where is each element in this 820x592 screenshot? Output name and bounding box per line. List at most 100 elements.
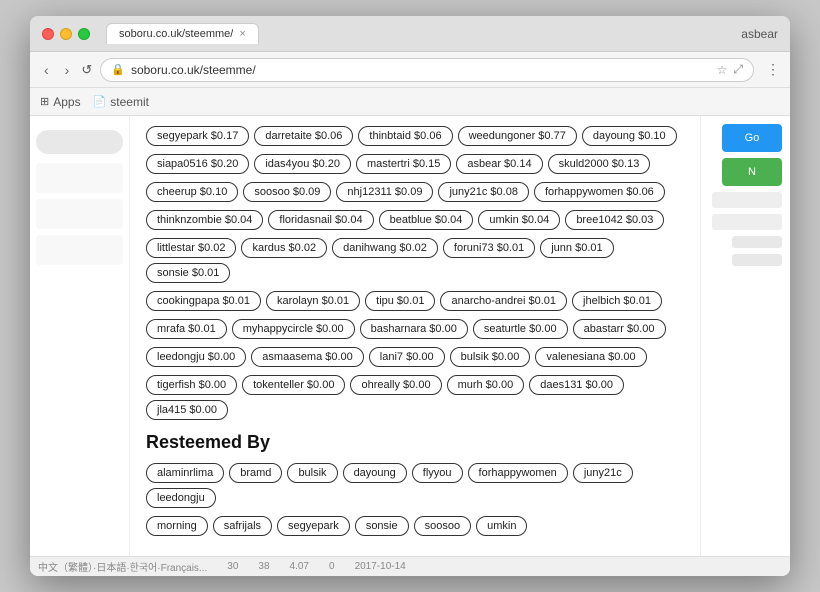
resteemer-tag[interactable]: juny21c bbox=[573, 463, 633, 483]
browser-tab[interactable]: soboru.co.uk/steemme/ × bbox=[106, 23, 259, 44]
voter-tag[interactable]: ohreally $0.00 bbox=[350, 375, 441, 395]
resteemer-tag[interactable]: alaminrlima bbox=[146, 463, 224, 483]
voter-tag[interactable]: segyepark $0.17 bbox=[146, 126, 249, 146]
voter-tag[interactable]: darretaite $0.06 bbox=[254, 126, 353, 146]
voter-tag[interactable]: valenesiana $0.00 bbox=[535, 347, 646, 367]
voter-tag[interactable]: jhelbich $0.01 bbox=[572, 291, 662, 311]
resteemer-tag[interactable]: soosoo bbox=[414, 516, 471, 536]
voter-tag[interactable]: asmaasema $0.00 bbox=[251, 347, 364, 367]
minimize-button[interactable] bbox=[60, 28, 72, 40]
expand-icon[interactable]: ⤢ bbox=[733, 62, 743, 77]
resteemer-tag[interactable]: bramd bbox=[229, 463, 282, 483]
bottom-text-5: 0 bbox=[329, 561, 335, 572]
voters-row-6: cookingpapa $0.01 karolayn $0.01 tipu $0… bbox=[146, 291, 684, 311]
go-button[interactable]: Go bbox=[722, 124, 782, 152]
voter-tag[interactable]: tokenteller $0.00 bbox=[242, 375, 345, 395]
voter-tag[interactable]: daes131 $0.00 bbox=[529, 375, 624, 395]
address-bar: 🔒 ☆ ⤢ bbox=[100, 58, 754, 82]
resteemer-tag[interactable]: safrijals bbox=[213, 516, 272, 536]
right-item-3 bbox=[732, 236, 782, 248]
refresh-button[interactable]: ↺ bbox=[81, 62, 92, 78]
voter-tag[interactable]: skuld2000 $0.13 bbox=[548, 154, 651, 174]
right-item-1 bbox=[712, 192, 782, 208]
voter-tag[interactable]: jla415 $0.00 bbox=[146, 400, 228, 420]
address-input[interactable] bbox=[131, 63, 711, 77]
voter-tag[interactable]: dayoung $0.10 bbox=[582, 126, 677, 146]
bookmark-apps[interactable]: ⊞ Apps bbox=[40, 95, 81, 109]
voter-tag[interactable]: umkin $0.04 bbox=[478, 210, 560, 230]
vote-button[interactable]: N bbox=[722, 158, 782, 186]
bottom-text-1: 中文（繁體）·日本語·한국어·Français... bbox=[38, 559, 207, 574]
close-button[interactable] bbox=[42, 28, 54, 40]
voters-row-3: cheerup $0.10 soosoo $0.09 nhj12311 $0.0… bbox=[146, 182, 684, 202]
toolbar: ‹ › ↺ 🔒 ☆ ⤢ ⋮ bbox=[30, 52, 790, 88]
vote-label: N bbox=[748, 166, 756, 178]
resteemer-tag[interactable]: segyepark bbox=[277, 516, 350, 536]
star-icon[interactable]: ☆ bbox=[717, 63, 728, 77]
voter-tag[interactable]: soosoo $0.09 bbox=[243, 182, 331, 202]
resteemer-tag[interactable]: dayoung bbox=[343, 463, 407, 483]
resteemer-tag[interactable]: flyyou bbox=[412, 463, 463, 483]
resteemer-tag[interactable]: sonsie bbox=[355, 516, 409, 536]
voter-tag[interactable]: thinknzombie $0.04 bbox=[146, 210, 263, 230]
voter-tag[interactable]: idas4you $0.20 bbox=[254, 154, 351, 174]
voter-tag[interactable]: siapa0516 $0.20 bbox=[146, 154, 249, 174]
voter-tag[interactable]: seaturtle $0.00 bbox=[473, 319, 568, 339]
bookmark-steemit[interactable]: 📄 steemit bbox=[93, 95, 149, 109]
resteemer-tag[interactable]: bulsik bbox=[287, 463, 337, 483]
voter-tag[interactable]: weedungoner $0.77 bbox=[458, 126, 577, 146]
voter-tag[interactable]: anarcho-andrei $0.01 bbox=[440, 291, 567, 311]
article: segyepark $0.17 darretaite $0.06 thinbta… bbox=[130, 116, 700, 554]
voter-tag[interactable]: forhappywomen $0.06 bbox=[534, 182, 665, 202]
voter-tag[interactable]: tigerfish $0.00 bbox=[146, 375, 237, 395]
resteemer-tag[interactable]: morning bbox=[146, 516, 208, 536]
voter-tag[interactable]: mastertri $0.15 bbox=[356, 154, 451, 174]
voter-tag[interactable]: leedongju $0.00 bbox=[146, 347, 246, 367]
tab-area: soboru.co.uk/steemme/ × bbox=[106, 23, 733, 44]
resteemer-tag[interactable]: leedongju bbox=[146, 488, 216, 508]
voter-tag[interactable]: tipu $0.01 bbox=[365, 291, 435, 311]
back-button[interactable]: ‹ bbox=[40, 60, 53, 80]
voter-tag[interactable]: foruni73 $0.01 bbox=[443, 238, 535, 258]
sidebar-search[interactable] bbox=[36, 130, 123, 154]
voter-tag[interactable]: myhappycircle $0.00 bbox=[232, 319, 355, 339]
forward-button[interactable]: › bbox=[61, 60, 74, 80]
voter-tag[interactable]: kardus $0.02 bbox=[241, 238, 327, 258]
voter-tag[interactable]: murh $0.00 bbox=[447, 375, 525, 395]
tab-title: soboru.co.uk/steemme/ bbox=[119, 28, 233, 40]
voter-tag[interactable]: asbear $0.14 bbox=[456, 154, 542, 174]
bookmarks-bar: ⊞ Apps 📄 steemit bbox=[30, 88, 790, 116]
page-icon: 📄 bbox=[93, 95, 107, 108]
window-user: asbear bbox=[741, 27, 778, 41]
voter-tag[interactable]: littlestar $0.02 bbox=[146, 238, 236, 258]
voter-tag[interactable]: bree1042 $0.03 bbox=[565, 210, 664, 230]
right-item-2 bbox=[712, 214, 782, 230]
voter-tag[interactable]: junn $0.01 bbox=[540, 238, 613, 258]
voter-tag[interactable]: bulsik $0.00 bbox=[450, 347, 531, 367]
menu-icon[interactable]: ⋮ bbox=[766, 61, 780, 78]
voter-tag[interactable]: abastarr $0.00 bbox=[573, 319, 666, 339]
voter-tag[interactable]: thinbtaid $0.06 bbox=[358, 126, 452, 146]
voter-tag[interactable]: juny21c $0.08 bbox=[438, 182, 529, 202]
bottom-text-date: 2017-10-14 bbox=[355, 561, 406, 572]
voter-tag[interactable]: karolayn $0.01 bbox=[266, 291, 360, 311]
voter-tag[interactable]: cheerup $0.10 bbox=[146, 182, 238, 202]
voter-tag[interactable]: floridasnail $0.04 bbox=[268, 210, 373, 230]
voters-row-2: siapa0516 $0.20 idas4you $0.20 mastertri… bbox=[146, 154, 684, 174]
voter-tag[interactable]: mrafa $0.01 bbox=[146, 319, 227, 339]
title-bar: soboru.co.uk/steemme/ × asbear bbox=[30, 16, 790, 52]
maximize-button[interactable] bbox=[78, 28, 90, 40]
resteemer-tag[interactable]: umkin bbox=[476, 516, 527, 536]
resteemer-tag[interactable]: forhappywomen bbox=[468, 463, 568, 483]
main-content: segyepark $0.17 darretaite $0.06 thinbta… bbox=[130, 116, 700, 556]
browser-window: soboru.co.uk/steemme/ × asbear ‹ › ↺ 🔒 ☆… bbox=[30, 16, 790, 576]
voter-tag[interactable]: lani7 $0.00 bbox=[369, 347, 445, 367]
right-item-4 bbox=[732, 254, 782, 266]
voter-tag[interactable]: sonsie $0.01 bbox=[146, 263, 230, 283]
voter-tag[interactable]: nhj12311 $0.09 bbox=[336, 182, 433, 202]
voter-tag[interactable]: cookingpapa $0.01 bbox=[146, 291, 261, 311]
voter-tag[interactable]: danihwang $0.02 bbox=[332, 238, 438, 258]
tab-close-icon[interactable]: × bbox=[239, 28, 245, 40]
voter-tag[interactable]: beatblue $0.04 bbox=[379, 210, 474, 230]
voter-tag[interactable]: basharnara $0.00 bbox=[360, 319, 468, 339]
